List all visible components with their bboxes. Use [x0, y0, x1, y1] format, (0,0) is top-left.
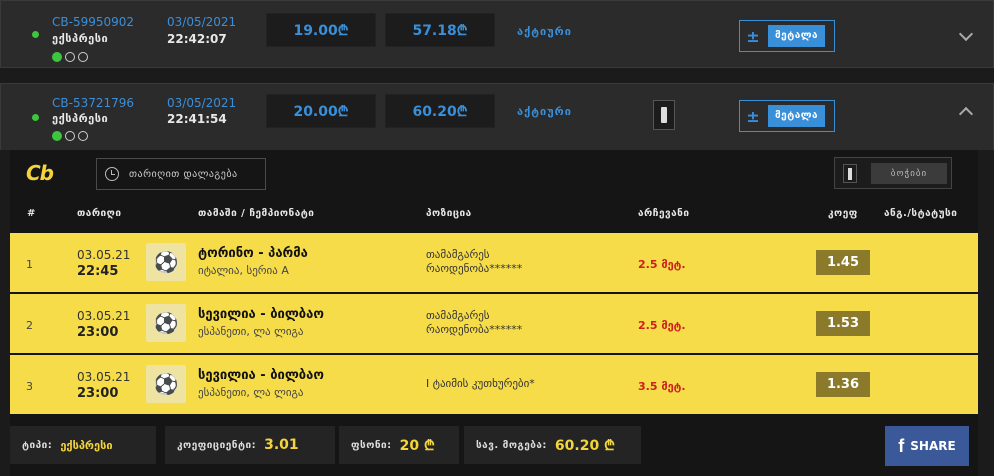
type-value: ექსპრესი [60, 438, 113, 452]
col-stats: ანგ./სტატუსი [884, 208, 958, 219]
circle-filled-icon [52, 131, 62, 141]
odds-badge: 1.36 [816, 372, 870, 397]
print-control[interactable]: ბოჭიბი [834, 157, 952, 189]
plus-minus-icon: ± [746, 26, 760, 46]
bet-id-link[interactable]: CB-59950902 [52, 15, 134, 29]
bet-date: 03/05/2021 [167, 96, 237, 110]
pick-line-2: რაოდენობა****** [426, 262, 523, 275]
circle-filled-icon [52, 52, 62, 62]
col-date: თარიღი [77, 208, 122, 219]
league-name: ესპანეთი, ლა ლიგა [198, 386, 304, 399]
sort-by-date-label: თარიღით დალაგება [129, 168, 238, 180]
odds-badge: 1.53 [816, 311, 870, 336]
odds-badge: 1.45 [816, 250, 870, 275]
facebook-share-button[interactable]: f SHARE [885, 426, 969, 466]
win-label: სავ. მოგება: [476, 439, 547, 451]
bet-time: 22:41:54 [167, 112, 227, 126]
bet-row[interactable]: CB-53721796 ექსპრესი 03/05/2021 22:41:54… [0, 83, 994, 150]
bet-date: 03/05/2021 [167, 15, 237, 29]
stake-label: ფსონი: [351, 439, 392, 451]
summary-type: ტიპი: ექსპრესი [10, 426, 156, 464]
payout-box: 57.18₾ [385, 13, 495, 47]
calculate-label: მეტალა [768, 25, 826, 47]
facebook-icon: f [898, 435, 905, 456]
summary-stake: ფსონი: 20 ₾ [339, 426, 459, 464]
active-dot-icon [32, 31, 39, 38]
bet-type: ექსპრესი [52, 32, 109, 45]
pick-line-2: რაოდენობა****** [426, 323, 523, 336]
bet-time: 22:42:07 [167, 32, 227, 46]
col-pick: პოზიცია [426, 208, 472, 219]
print-icon[interactable] [843, 164, 857, 183]
calculate-label: მეტალა [768, 105, 826, 127]
league-name: იტალია, სერია A [198, 264, 289, 277]
bet-row[interactable]: CB-59950902 ექსპრესი 03/05/2021 22:42:07… [0, 0, 994, 68]
progress-circles [52, 52, 88, 62]
print-button[interactable]: ბოჭიბი [871, 163, 947, 184]
table-header: # თარიღი თამაში / ჩემპიონატი პოზიცია არჩ… [10, 208, 978, 226]
selection-result: 3.5 მეტ. [638, 380, 686, 393]
calculate-button[interactable]: ± მეტალა [739, 20, 835, 52]
summary-coef: კოეფიციენტი: 3.01 [165, 426, 335, 464]
selection-result: 2.5 მეტ. [638, 319, 686, 332]
type-label: ტიპი: [22, 439, 53, 451]
circle-empty-icon [65, 131, 75, 141]
stake-box: 19.00₾ [266, 13, 376, 47]
status-label: აქტიური [517, 105, 572, 118]
win-value: 60.20 ₾ [554, 437, 615, 454]
match-date: 03.05.21 [77, 309, 131, 323]
chevron-up-icon[interactable] [958, 106, 974, 122]
row-number: 2 [26, 319, 33, 332]
match-name[interactable]: სევილია - ბილბაო [198, 307, 324, 322]
match-time: 23:00 [77, 386, 119, 401]
bet-details-panel: Cb თარიღით დალაგება ბოჭიბი # თარიღი თამა… [10, 150, 978, 476]
circle-empty-icon [78, 131, 88, 141]
pick-line-1: თამამგარეს [426, 309, 490, 322]
league-name: ესპანეთი, ლა ლიგა [198, 325, 304, 338]
match-time: 23:00 [77, 325, 119, 340]
pick-line-1: თამამგარეს [426, 248, 490, 261]
summary-win: სავ. მოგება: 60.20 ₾ [464, 426, 641, 464]
pick-line-1: I ტაიმის კუთხურები* [426, 377, 535, 390]
circle-empty-icon [78, 52, 88, 62]
col-odds: კოეფ [828, 208, 858, 219]
table-row[interactable]: 1 03.05.21 22:45 ⚽ ტორინო - პარმა იტალია… [10, 233, 978, 292]
football-icon: ⚽ [146, 243, 186, 281]
print-icon[interactable] [653, 100, 675, 130]
table-row[interactable]: 2 03.05.21 23:00 ⚽ სევილია - ბილბაო ესპა… [10, 294, 978, 353]
calculate-button[interactable]: ± მეტალა [739, 100, 835, 132]
share-label: SHARE [910, 439, 956, 453]
coef-value: 3.01 [264, 437, 299, 453]
stake-box: 20.00₾ [266, 94, 376, 128]
coef-label: კოეფიციენტი: [177, 439, 257, 451]
row-number: 3 [26, 380, 33, 393]
match-time: 22:45 [77, 264, 119, 279]
circle-empty-icon [65, 52, 75, 62]
table-row[interactable]: 3 03.05.21 23:00 ⚽ სევილია - ბილბაო ესპა… [10, 355, 978, 414]
chevron-down-icon[interactable] [958, 26, 974, 42]
football-icon: ⚽ [146, 365, 186, 403]
sort-by-date-button[interactable]: თარიღით დალაგება [96, 158, 266, 190]
col-match: თამაში / ჩემპიონატი [198, 208, 315, 219]
match-date: 03.05.21 [77, 370, 131, 384]
bet-id-link[interactable]: CB-53721796 [52, 96, 134, 110]
payout-box: 60.20₾ [385, 94, 495, 128]
match-name[interactable]: ტორინო - პარმა [198, 246, 308, 261]
progress-circles [52, 131, 88, 141]
match-date: 03.05.21 [77, 248, 131, 262]
row-number: 1 [26, 258, 33, 271]
clock-icon [105, 167, 119, 181]
bet-summary-footer: ტიპი: ექსპრესი კოეფიციენტი: 3.01 ფსონი: … [10, 416, 978, 476]
bet-type: ექსპრესი [52, 112, 109, 125]
plus-minus-icon: ± [746, 106, 760, 126]
crystalbet-logo: Cb [26, 161, 54, 185]
active-dot-icon [32, 114, 39, 121]
status-label: აქტიური [517, 25, 572, 38]
selection-result: 2.5 მეტ. [638, 258, 686, 271]
football-icon: ⚽ [146, 304, 186, 342]
col-num: # [27, 208, 36, 219]
stake-value: 20 ₾ [399, 437, 435, 454]
match-name[interactable]: სევილია - ბილბაო [198, 368, 324, 383]
col-result: არჩევანი [638, 208, 690, 219]
